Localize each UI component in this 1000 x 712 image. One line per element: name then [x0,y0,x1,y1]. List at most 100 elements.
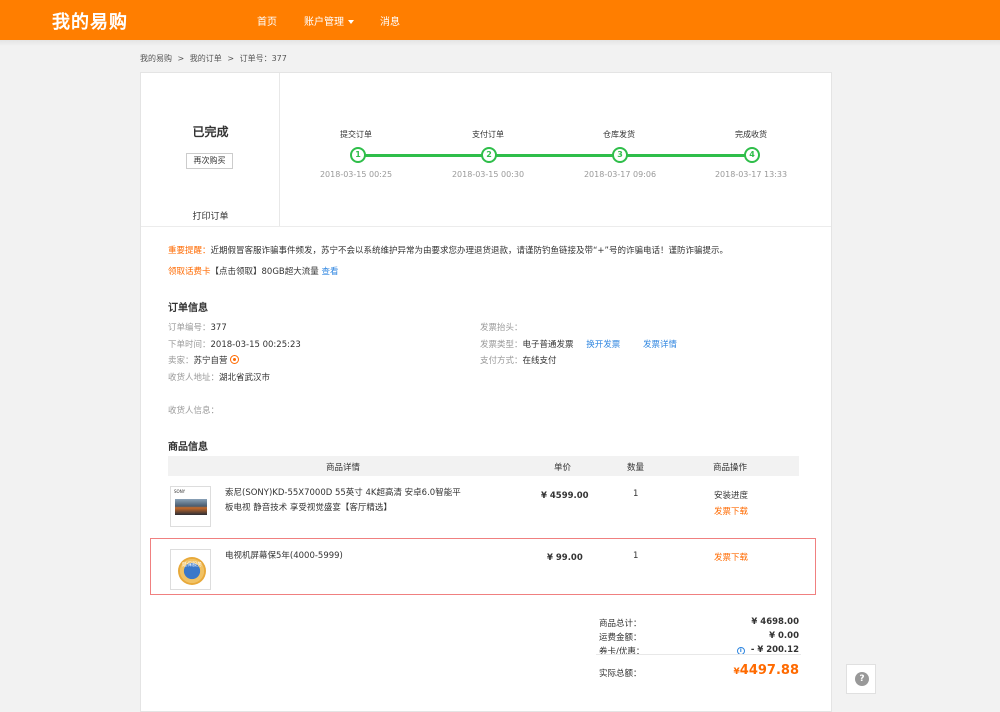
step-label-pay: 支付订单 [472,130,504,139]
step-label-ship: 仓库发货 [603,130,635,139]
goods-total-value: ¥ 4698.00 [751,617,799,627]
seller-label: 卖家： [168,356,194,366]
address-value: 湖北省武汉市 [219,373,271,383]
help-button[interactable]: ? [846,664,876,694]
goods-total-label: 商品总计： [599,619,642,629]
invoice-detail-link[interactable]: 发票详情 [643,340,677,350]
seller-row: 卖家：苏宁自营 [168,354,239,366]
step-label-submit: 提交订单 [340,130,372,139]
actual-total-label: 实际总额： [599,669,642,679]
product-image-tv[interactable]: SONY [170,486,211,527]
coupon-label: 券卡/优惠： [599,647,645,657]
warranty-seal-text: 延保服务 [182,562,203,568]
receiver-row: 收货人信息： [168,404,219,416]
invoice-title-row: 发票抬头： [480,321,523,333]
highlighted-product-row [150,538,816,595]
chevron-down-icon [348,20,354,24]
rebuy-button[interactable]: 再次购买 [186,153,233,169]
fraud-warning-prefix: 重要提醒： [168,246,211,256]
nav-messages[interactable]: 消息 [380,13,400,28]
payment-label: 支付方式： [480,356,523,366]
step-time-pay: 2018-03-15 00:30 [451,170,525,179]
order-detail-panel: 已完成 再次购买 打印订单 提交订单 1 2018-03-15 00:25 支付… [140,72,832,712]
promo-notice: 领取话费卡【点击领取】80GB超大流量 查看 [168,265,338,277]
change-invoice-link[interactable]: 换开发票 [586,340,620,350]
shipping-label: 运费金额： [599,633,642,643]
breadcrumb-my-orders[interactable]: 我的订单 [190,54,222,63]
section-divider [141,226,831,227]
order-time-row: 下单时间：2018-03-15 00:25:23 [168,338,301,350]
col-header-price: 单价 [554,463,572,473]
payment-row: 支付方式：在线支付 [480,354,557,366]
breadcrumb-my-yigou[interactable]: 我的易购 [140,54,172,63]
breadcrumb: 我的易购 > 我的订单 > 订单号：377 [140,53,290,64]
step-time-ship: 2018-03-17 09:06 [583,170,657,179]
help-icon: ? [855,672,869,686]
breadcrumb-separator: > [227,54,235,63]
fraud-warning: 重要提醒：近期假冒客服诈骗事件频发，苏宁不会以系统维护异常为由要求您办理退货退款… [168,244,728,256]
order-time-label: 下单时间： [168,340,211,350]
step-circle-1: 1 [350,147,366,163]
step-time-receive: 2018-03-17 13:33 [714,170,788,179]
suning-self-icon [229,355,239,364]
invoice-type-row: 发票类型：电子普通发票 换开发票 发票详情 [480,338,677,350]
top-nav-bar: 我的易购 首页 账户管理 消息 [0,0,1000,40]
product-name-line: 索尼(SONY)KD-55X7000D 55英寸 4K超高清 安卓6.0智能平 [225,488,461,498]
invoice-download-link[interactable]: 发票下载 [714,505,748,517]
col-header-actions: 商品操作 [713,463,748,473]
fraud-warning-text: 近期假冒客服诈骗事件频发，苏宁不会以系统维护异常为由要求您办理退货退款，请谨防钓… [210,246,728,256]
step-time-submit: 2018-03-15 00:25 [319,170,393,179]
product-qty-warranty: 1 [633,551,639,561]
product-name-line: 电视机屏幕保5年(4000-5999) [225,551,343,561]
install-progress-link[interactable]: 安装进度 [714,489,748,501]
actual-total-value: ¥4497.88 [701,663,799,678]
shipping-value: ¥ 0.00 [769,631,799,641]
order-number-value: 377 [210,323,227,333]
breadcrumb-separator: > [177,54,185,63]
order-number-row: 订单编号：377 [168,321,227,333]
goods-info-title: 商品信息 [168,442,208,453]
step-circle-3: 3 [612,147,628,163]
step-circle-4: 4 [744,147,760,163]
product-image-warranty[interactable]: 延保服务 [170,549,211,590]
nav-account[interactable]: 账户管理 [304,13,354,28]
order-number-label: 订单编号： [168,323,211,333]
order-progress-line [359,154,753,157]
product-name-warranty[interactable]: 电视机屏幕保5年(4000-5999) [225,549,343,564]
header-shadow [0,40,1000,46]
actual-total-amount: 4497.88 [739,663,799,678]
product-name-line: 板电视 静音技术 享受视觉盛宴【客厅精选】 [225,503,392,513]
goods-table-header: 商品详情 单价 数量 商品操作 [168,456,799,476]
product-name-tv[interactable]: 索尼(SONY)KD-55X7000D 55英寸 4K超高清 安卓6.0智能平 … [225,486,461,516]
breadcrumb-order-number: 订单号：377 [239,54,287,63]
invoice-download-link[interactable]: 发票下载 [714,551,748,563]
print-order-link[interactable]: 打印订单 [141,209,280,222]
order-time-value: 2018-03-15 00:25:23 [210,340,301,350]
product-qty-tv: 1 [633,489,639,499]
order-status-box: 已完成 再次购买 打印订单 [141,73,280,226]
invoice-type-value: 电子普通发票 [522,340,574,350]
tv-screen-image [175,499,207,515]
order-status-title: 已完成 [192,125,229,139]
receiver-label: 收货人信息： [168,406,220,416]
nav-account-label: 账户管理 [304,17,344,28]
seller-value[interactable]: 苏宁自营 [194,356,228,366]
tv-brand-logo: SONY [174,489,186,494]
col-header-detail: 商品详情 [326,463,361,473]
nav-home[interactable]: 首页 [257,13,277,28]
invoice-title-label: 发票抬头： [480,323,523,333]
summary-divider [596,654,801,655]
promo-prefix[interactable]: 领取话费卡 [168,267,211,277]
address-row: 收货人地址：湖北省武汉市 [168,371,270,383]
step-circle-2: 2 [481,147,497,163]
promo-view-link[interactable]: 查看 [321,267,338,277]
product-price-warranty: ¥ 99.00 [547,553,583,563]
payment-value: 在线支付 [522,356,557,366]
site-logo[interactable]: 我的易购 [52,8,128,34]
step-label-receive: 完成收货 [735,130,767,139]
product-price-tv: ¥ 4599.00 [541,491,589,501]
col-header-qty: 数量 [627,463,645,473]
order-info-title: 订单信息 [168,303,208,314]
address-label: 收货人地址： [168,373,220,383]
promo-text: 【点击领取】80GB超大流量 [210,267,319,277]
